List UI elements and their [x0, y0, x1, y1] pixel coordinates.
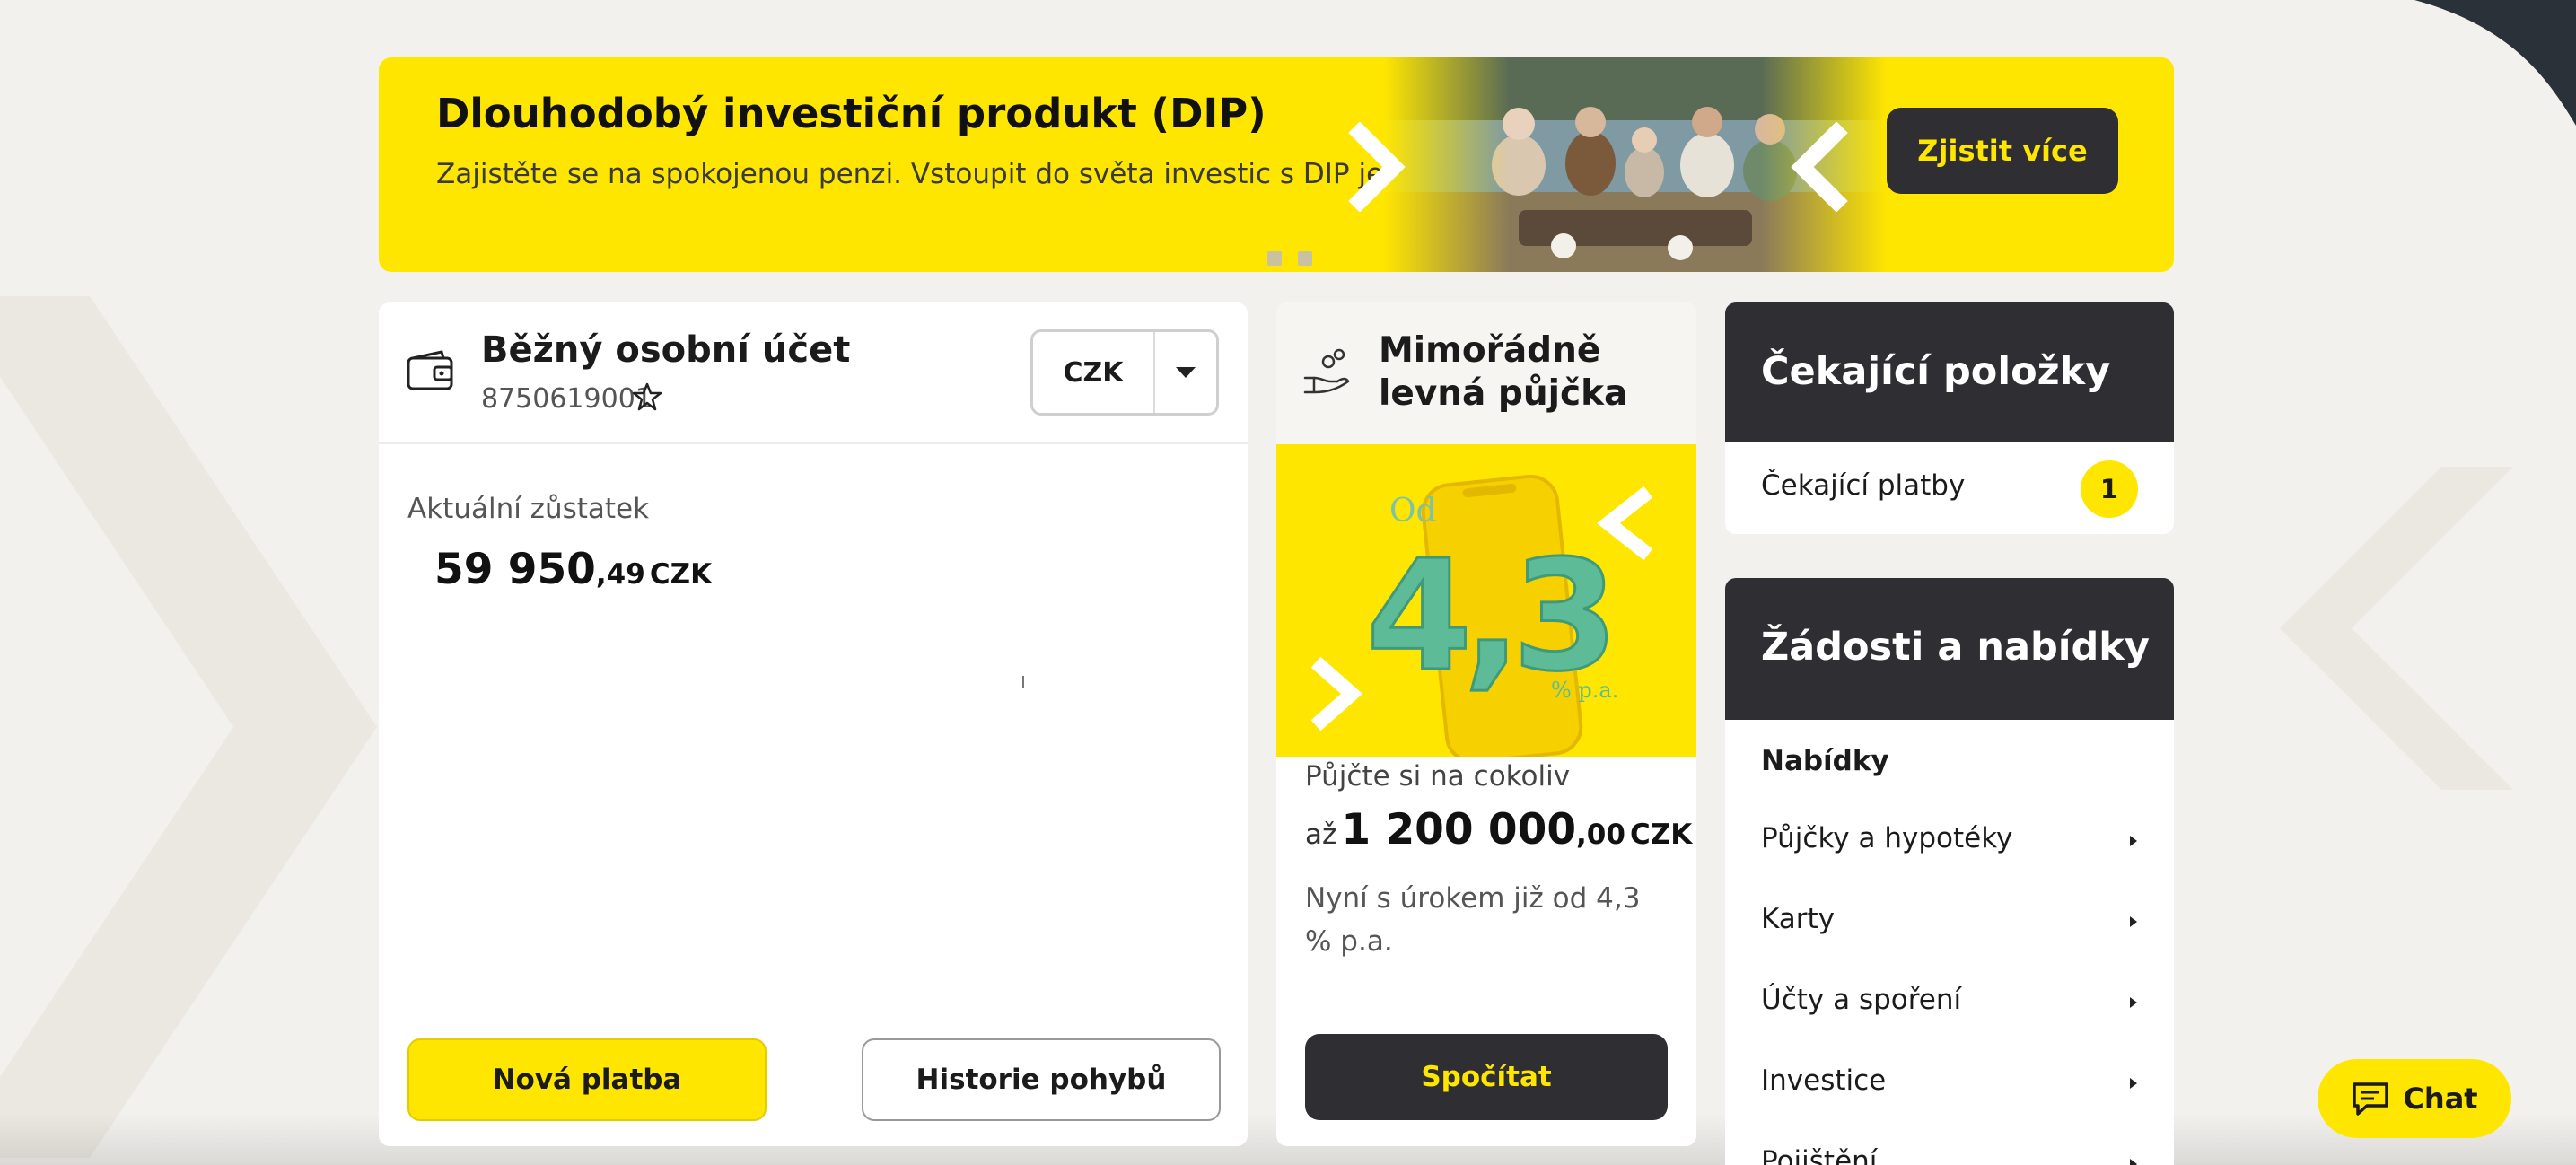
banner-dot[interactable] [1267, 251, 1282, 266]
loan-amount-prefix: až [1305, 819, 1337, 851]
pending-title: Čekající položky [1761, 349, 2111, 394]
offer-item-label: Investice [1761, 1064, 1887, 1097]
currency-value: CZK [1033, 332, 1155, 413]
window-corner-decoration [2414, 0, 2576, 126]
loan-note: Nyní s úrokem již od 4,3 % p.a. [1305, 882, 1641, 958]
chevron-right-icon [2130, 836, 2137, 846]
requests-offers-card: Žádosti a nabídky Nabídky Půjčky a hypot… [1725, 578, 2174, 1165]
requests-title: Žádosti a nabídky [1761, 625, 2150, 670]
account-number: 8750619001 [481, 383, 653, 415]
pending-items-card: Čekající položky Čekající platby 1 [1725, 302, 2174, 534]
balance-label: Aktuální zůstatek [407, 493, 650, 525]
loan-amount: až 1 200 000,00 CZK [1305, 805, 1692, 854]
banner-prev-arrow-icon[interactable] [1786, 122, 1853, 212]
calculate-button[interactable]: Spočítat [1305, 1034, 1668, 1120]
banner-dot[interactable] [1298, 251, 1312, 266]
loan-image-left-chevron [1597, 486, 1653, 561]
loan-amount-decimal: ,00 [1576, 819, 1625, 851]
background-chevron-decoration-right [2280, 467, 2513, 790]
chevron-right-icon [2130, 1078, 2137, 1089]
chat-bubble-icon [2353, 1082, 2389, 1116]
offer-item-insurance[interactable]: Pojištění [1725, 1124, 2174, 1165]
pending-header: Čekající položky [1725, 302, 2174, 442]
banner-pagination [1267, 251, 1312, 266]
balance-value: 59 950,49 CZK [434, 545, 712, 594]
chevron-right-icon [2130, 1159, 2137, 1165]
banner-subtitle: Zajistěte se na spokojenou penzi. Vstoup… [436, 158, 1503, 190]
chat-label: Chat [2403, 1082, 2478, 1116]
cursor-mark [1022, 676, 1024, 688]
loan-image-prefix: Od [1389, 493, 1437, 530]
loan-lead: Půjčte si na cokoliv [1305, 760, 1571, 793]
dip-promo-banner: Dlouhodobý investiční produkt (DIP) Zaji… [379, 57, 2174, 272]
account-name: Běžný osobní účet [481, 329, 851, 371]
new-payment-button[interactable]: Nová platba [407, 1038, 767, 1121]
loan-rate-image: Od 4,3 % p.a. [1276, 444, 1696, 757]
pending-payments-row[interactable]: Čekající platby 1 [1725, 442, 2174, 534]
caret-down-icon[interactable] [1155, 332, 1216, 413]
loan-title: Mimořádně levná půjčka [1379, 330, 1628, 414]
account-header: Běžný osobní účet 8750619001 CZK [379, 302, 1248, 444]
offer-item-loans[interactable]: Půjčky a hypotéky [1725, 801, 2174, 881]
favorite-star-icon[interactable] [632, 381, 662, 412]
wallet-icon [407, 350, 453, 390]
offer-item-label: Pojištění [1761, 1145, 1878, 1165]
loan-image-unit: % p.a. [1551, 678, 1618, 703]
banner-title: Dlouhodobý investiční produkt (DIP) [436, 90, 1266, 137]
offer-item-investments[interactable]: Investice [1725, 1043, 2174, 1124]
loan-header: Mimořádně levná půjčka [1276, 302, 1696, 444]
currency-select[interactable]: CZK [1030, 329, 1219, 416]
offer-item-label: Účty a spoření [1761, 984, 1962, 1016]
requests-header: Žádosti a nabídky [1725, 578, 2174, 720]
background-chevron-decoration [0, 296, 377, 1158]
transaction-history-button[interactable]: Historie pohybů [862, 1038, 1221, 1121]
loan-image-right-chevron [1310, 656, 1363, 731]
offers-heading: Nabídky [1761, 745, 1889, 777]
balance-currency: CZK [649, 558, 713, 591]
offer-item-cards[interactable]: Karty [1725, 881, 2174, 962]
hand-money-icon [1303, 348, 1350, 394]
chevron-right-icon [2130, 916, 2137, 927]
balance-integer: 59 950 [434, 545, 596, 594]
learn-more-button[interactable]: Zjistit více [1887, 108, 2118, 194]
chat-button[interactable]: Chat [2318, 1059, 2511, 1138]
balance-decimal: ,49 [595, 558, 645, 591]
loan-amount-currency: CZK [1630, 819, 1693, 851]
pending-count-badge: 1 [2081, 460, 2138, 518]
offer-item-label: Půjčky a hypotéky [1761, 822, 2013, 854]
loan-amount-integer: 1 200 000 [1341, 805, 1577, 854]
banner-next-arrow-icon[interactable] [1344, 122, 1410, 212]
loan-offer-card: Mimořádně levná půjčka Od 4,3 % p.a. Půj… [1276, 302, 1696, 1146]
offer-item-accounts[interactable]: Účty a spoření [1725, 962, 2174, 1043]
pending-payments-label: Čekající platby [1761, 469, 1966, 502]
account-card: Běžný osobní účet 8750619001 CZK Aktuáln… [379, 302, 1248, 1146]
chevron-right-icon [2130, 997, 2137, 1008]
offer-item-label: Karty [1761, 903, 1836, 935]
